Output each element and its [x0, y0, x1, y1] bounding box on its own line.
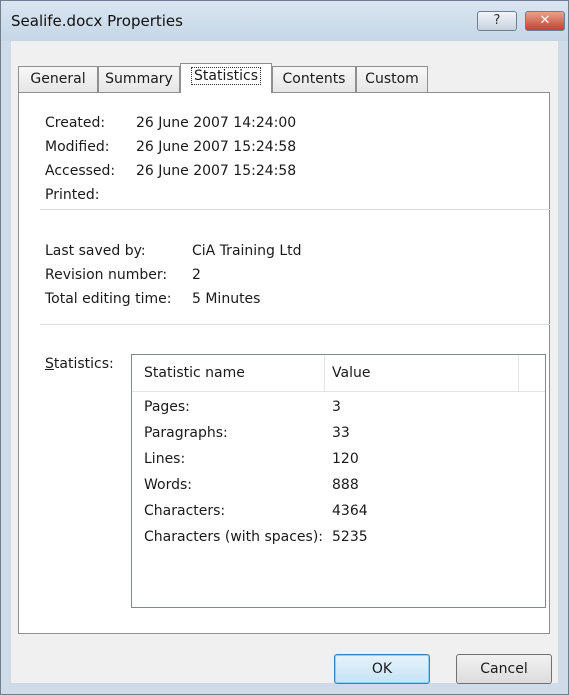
close-button[interactable]: ✕ — [525, 11, 565, 31]
statistics-label: Statistics: — [45, 356, 114, 372]
tab-contents[interactable]: Contents — [272, 66, 356, 92]
list-item[interactable]: Characters: 4364 — [132, 499, 545, 525]
statistic-name: Words: — [144, 477, 192, 493]
statistic-value: 5235 — [332, 529, 368, 545]
title-bar[interactable]: Sealife.docx Properties ? ✕ — [1, 1, 568, 41]
statistic-name: Pages: — [144, 399, 190, 415]
revision-number-label: Revision number: — [45, 267, 168, 283]
column-divider[interactable] — [324, 355, 325, 391]
statistics-list[interactable]: Statistic name Value Pages: 3 Paragraphs… — [131, 354, 546, 608]
section-separator — [40, 209, 550, 210]
last-saved-by-value: CiA Training Ltd — [192, 243, 302, 259]
list-item[interactable]: Lines: 120 — [132, 447, 545, 473]
statistics-label-accesskey: S — [45, 356, 54, 372]
statistic-name: Characters: — [144, 503, 226, 519]
tab-general-label: General — [30, 71, 86, 87]
tab-summary[interactable]: Summary — [98, 66, 180, 92]
total-editing-time-value: 5 Minutes — [192, 291, 261, 307]
tab-custom-label: Custom — [365, 71, 419, 87]
revision-number-value: 2 — [192, 267, 201, 283]
tab-summary-label: Summary — [105, 71, 173, 87]
last-saved-by-label: Last saved by: — [45, 243, 146, 259]
statistic-name: Lines: — [144, 451, 186, 467]
list-item[interactable]: Paragraphs: 33 — [132, 421, 545, 447]
tab-general[interactable]: General — [18, 66, 98, 92]
column-divider[interactable] — [518, 355, 519, 391]
accessed-value: 26 June 2007 15:24:58 — [136, 163, 297, 179]
column-header-value[interactable]: Value — [332, 365, 370, 381]
column-header-statistic-name[interactable]: Statistic name — [144, 365, 245, 381]
tab-statistics-label: Statistics — [191, 67, 261, 85]
statistic-value: 3 — [332, 399, 341, 415]
statistic-value: 33 — [332, 425, 350, 441]
created-label: Created: — [45, 115, 106, 131]
printed-label: Printed: — [45, 187, 100, 203]
window-title: Sealife.docx Properties — [11, 12, 183, 30]
statistic-value: 4364 — [332, 503, 368, 519]
statistic-name: Paragraphs: — [144, 425, 228, 441]
statistic-value: 888 — [332, 477, 359, 493]
tab-contents-label: Contents — [282, 71, 346, 87]
tab-custom[interactable]: Custom — [356, 66, 428, 92]
accessed-label: Accessed: — [45, 163, 116, 179]
list-item[interactable]: Words: 888 — [132, 473, 545, 499]
modified-label: Modified: — [45, 139, 110, 155]
cancel-button[interactable]: Cancel — [456, 654, 552, 684]
statistic-name: Characters (with spaces): — [144, 529, 324, 545]
created-value: 26 June 2007 14:24:00 — [136, 115, 297, 131]
statistics-label-rest: tatistics: — [53, 356, 114, 372]
list-item[interactable]: Pages: 3 — [132, 395, 545, 421]
section-separator — [40, 324, 550, 325]
statistic-value: 120 — [332, 451, 359, 467]
modified-value: 26 June 2007 15:24:58 — [136, 139, 297, 155]
tab-statistics[interactable]: Statistics — [180, 63, 272, 93]
list-header: Statistic name Value — [132, 355, 545, 392]
list-item[interactable]: Characters (with spaces): 5235 — [132, 525, 545, 551]
help-button[interactable]: ? — [477, 11, 517, 31]
total-editing-time-label: Total editing time: — [45, 291, 172, 307]
ok-button[interactable]: OK — [334, 654, 430, 684]
